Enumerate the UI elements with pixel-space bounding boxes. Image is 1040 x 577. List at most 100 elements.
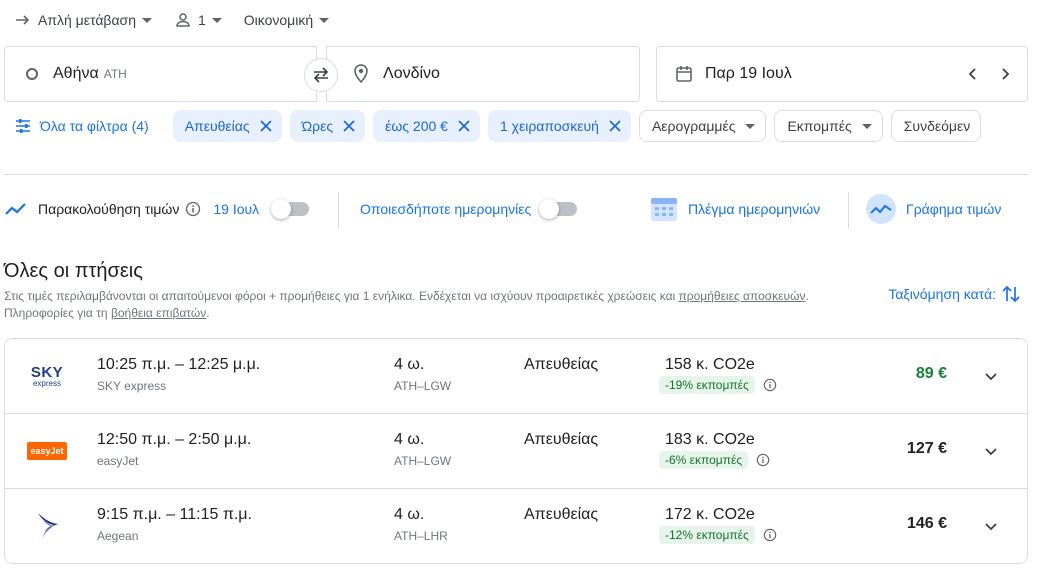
track-prices-label: Παρακολούθηση τιμών: [38, 201, 180, 217]
chip-label: Συνδεόμεν: [903, 118, 971, 134]
flight-price: 146 €: [906, 515, 947, 532]
chip-nonstop[interactable]: Απευθείας: [172, 110, 282, 142]
flight-route: ATH–LGW: [394, 454, 452, 468]
expand-button[interactable]: [979, 365, 1003, 389]
easyjet-logo: easyJet: [27, 437, 67, 465]
bag-fees-link[interactable]: προμήθειες αποσκευών: [679, 289, 806, 303]
emissions: -6% εκπομπές: [659, 451, 770, 469]
chip-emissions[interactable]: Εκπομπές: [774, 110, 883, 142]
close-icon[interactable]: [343, 120, 355, 132]
all-filters-label: Όλα τα φίλτρα (4): [40, 118, 149, 134]
date-value: Παρ 19 Ιουλ: [705, 65, 792, 82]
passenger-help-link[interactable]: βοήθεια επιβατών: [111, 306, 206, 320]
flight-price: 127 €: [906, 440, 947, 457]
chip-label: 1 χειραποσκευή: [499, 118, 599, 134]
info-icon[interactable]: [756, 453, 770, 467]
trip-type-select[interactable]: Απλή μετάβαση: [14, 11, 152, 29]
chip-bags[interactable]: 1 χειραποσκευή: [487, 110, 631, 142]
flight-times: 12:50 π.μ. – 2:50 μ.μ.: [97, 431, 252, 448]
flight-row[interactable]: 9:15 π.μ. – 11:15 π.μ. Aegean 4 ω. ATH–L…: [5, 489, 1027, 563]
chevron-down-icon: [211, 17, 222, 23]
chevron-down-icon: [319, 17, 330, 23]
origin-code: ATH: [103, 67, 127, 81]
sort-button[interactable]: Ταξινόμηση κατά:: [888, 284, 1020, 304]
co2-value: 183 κ. CO2e: [665, 431, 755, 448]
chevron-down-icon: [745, 123, 756, 129]
chevron-down-icon: [861, 123, 872, 129]
info-icon[interactable]: [763, 528, 777, 542]
destination-field[interactable]: Λονδίνο: [326, 46, 640, 102]
trip-type-label: Απλή μετάβαση: [38, 12, 136, 28]
sky-express-logo: SKY express: [27, 362, 67, 390]
track-prices: Παρακολούθηση τιμών 19 Ιουλ: [4, 192, 310, 226]
swap-arrows-icon: [313, 67, 329, 83]
calendar-icon: [676, 66, 692, 82]
chip-times[interactable]: Ώρες: [289, 110, 366, 142]
aegean-bird-icon: [38, 513, 58, 539]
flight-duration: 4 ω.: [394, 356, 425, 373]
close-icon[interactable]: [458, 120, 470, 132]
price-graph-icon: [866, 194, 896, 224]
close-icon[interactable]: [609, 120, 621, 132]
previous-date-button[interactable]: [957, 67, 989, 81]
flight-row[interactable]: easyJet 12:50 π.μ. – 2:50 μ.μ. easyJet 4…: [5, 414, 1027, 489]
trip-options-bar: Απλή μετάβαση 1 Οικονομική: [14, 8, 351, 32]
emissions-badge: -19% εκπομπές: [659, 376, 755, 394]
chip-label: Απευθείας: [184, 118, 250, 134]
flight-row[interactable]: SKY express 10:25 π.μ. – 12:25 μ.μ. SKY …: [5, 339, 1027, 414]
chip-label: Ώρες: [301, 118, 334, 134]
expand-button[interactable]: [979, 515, 1003, 539]
next-date-button[interactable]: [989, 67, 1021, 81]
chevron-down-icon: [141, 17, 152, 23]
track-prices-toggle[interactable]: [271, 199, 310, 219]
swap-button[interactable]: [304, 58, 338, 92]
flight-times: 10:25 π.μ. – 12:25 μ.μ.: [97, 356, 261, 373]
date-grid-button[interactable]: Πλέγμα ημερομηνιών: [650, 192, 820, 226]
price-graph-label: Γράφημα τιμών: [906, 201, 1002, 217]
flight-route: ATH–LHR: [394, 529, 448, 543]
track-date: 19 Ιουλ: [213, 201, 260, 217]
flights-list: SKY express 10:25 π.μ. – 12:25 μ.μ. SKY …: [4, 338, 1028, 564]
note-text: Στις τιμές περιλαμβάνονται οι απαιτούμεν…: [4, 289, 679, 303]
flight-price: 89 €: [915, 365, 947, 382]
info-icon[interactable]: [763, 378, 777, 392]
cabin-class-select[interactable]: Οικονομική: [244, 12, 330, 28]
airline-name: easyJet: [97, 454, 139, 468]
date-field[interactable]: Παρ 19 Ιουλ: [656, 46, 1028, 102]
aegean-logo: [27, 512, 67, 540]
logo-text: easyJet: [27, 442, 67, 460]
info-icon[interactable]: [185, 201, 201, 217]
tune-icon: [16, 119, 30, 133]
close-icon[interactable]: [259, 120, 272, 132]
chip-label: Αερογραμμές: [651, 118, 736, 134]
date-grid-label: Πλέγμα ημερομηνιών: [688, 201, 821, 217]
passengers-select[interactable]: 1: [174, 11, 222, 29]
tools-row: Παρακολούθηση τιμών 19 Ιουλ Οποιεσδήποτε…: [4, 192, 1028, 228]
any-dates-toggle[interactable]: [539, 199, 578, 219]
flight-route: ATH–LGW: [394, 379, 452, 393]
date-nav: [957, 47, 1021, 101]
co2-value: 172 κ. CO2e: [665, 506, 755, 523]
sort-arrows-icon: [1002, 285, 1020, 303]
chip-connecting[interactable]: Συνδεόμεν: [890, 110, 982, 142]
all-filters-button[interactable]: Όλα τα φίλτρα (4): [4, 118, 159, 134]
price-graph-button[interactable]: Γράφημα τιμών: [866, 192, 1001, 226]
filters-bar: Όλα τα φίλτρα (4) Απευθείας Ώρες έως 200…: [4, 110, 1028, 142]
flight-stops: Απευθείας: [524, 356, 599, 373]
chip-price[interactable]: έως 200 €: [373, 110, 480, 142]
expand-button[interactable]: [979, 440, 1003, 464]
origin-field[interactable]: Αθήνα ATH: [4, 46, 317, 102]
flight-duration: 4 ω.: [394, 431, 425, 448]
person-icon: [176, 13, 190, 27]
chip-airlines[interactable]: Αερογραμμές: [638, 110, 767, 142]
flight-stops: Απευθείας: [524, 506, 599, 523]
logo-subtext: express: [32, 378, 61, 388]
separator: [848, 192, 849, 228]
divider: [4, 174, 1028, 175]
date-grid-icon: [651, 198, 677, 221]
note-text: .: [206, 306, 210, 320]
chip-label: Εκπομπές: [787, 118, 852, 134]
sort-label: Ταξινόμηση κατά:: [888, 286, 996, 302]
emissions-badge: -12% εκπομπές: [659, 526, 755, 544]
flight-stops: Απευθείας: [524, 431, 599, 448]
